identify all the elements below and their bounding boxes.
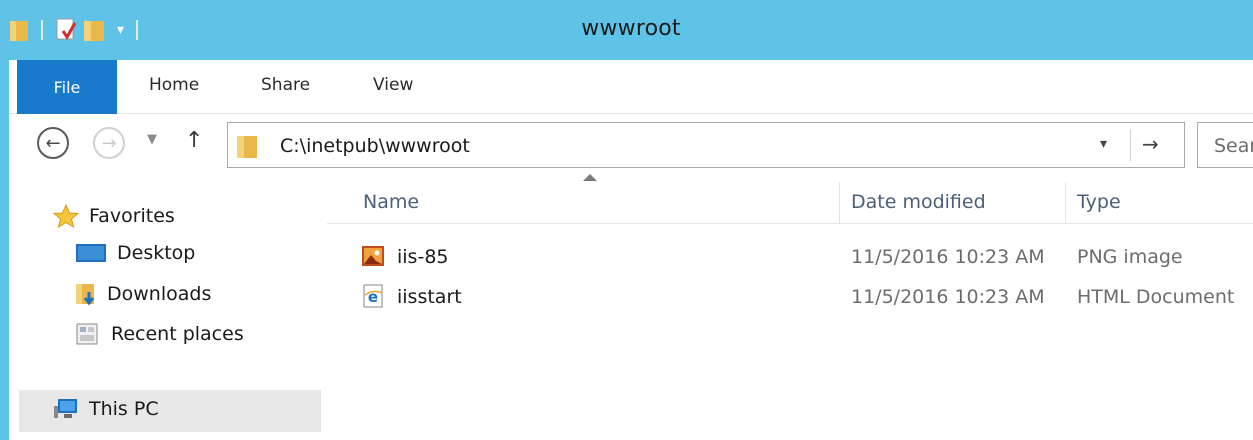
address-bar[interactable]: C:\inetpub\wwwroot ▾ → bbox=[227, 122, 1185, 168]
address-dropdown-icon[interactable]: ▾ bbox=[1100, 136, 1107, 152]
star-icon bbox=[53, 204, 79, 228]
column-header-name[interactable]: Name bbox=[363, 191, 419, 213]
nav-item-label: This PC bbox=[89, 398, 159, 420]
file-name: iisstart bbox=[397, 286, 462, 308]
file-type: HTML Document bbox=[1077, 286, 1235, 308]
nav-item-this-pc[interactable]: This PC bbox=[53, 398, 159, 420]
search-input[interactable]: Searc bbox=[1197, 122, 1253, 168]
forward-arrow-icon[interactable]: → bbox=[93, 127, 125, 159]
navigation-bar: ← → ▼ ↑ C:\inetpub\wwwroot ▾ → Searc bbox=[9, 114, 1253, 176]
svg-text:e: e bbox=[368, 288, 378, 306]
back-arrow-icon[interactable]: ← bbox=[37, 127, 69, 159]
address-path[interactable]: C:\inetpub\wwwroot bbox=[280, 135, 470, 157]
up-arrow-icon[interactable]: ↑ bbox=[185, 128, 203, 153]
nav-item-label: Downloads bbox=[107, 283, 212, 305]
window-title: wwwroot bbox=[581, 16, 681, 41]
column-divider[interactable] bbox=[839, 182, 840, 224]
search-placeholder: Searc bbox=[1214, 135, 1253, 157]
address-separator bbox=[1130, 129, 1131, 161]
nav-item-label: Favorites bbox=[89, 205, 175, 227]
file-row[interactable]: iis-85 11/5/2016 10:23 AM PNG image bbox=[327, 238, 1253, 276]
file-row[interactable]: e iisstart 11/5/2016 10:23 AM HTML Docum… bbox=[327, 278, 1253, 316]
title-bar: ▾ wwwroot bbox=[9, 0, 1253, 60]
tab-home[interactable]: Home bbox=[149, 75, 199, 95]
nav-item-desktop[interactable]: Desktop bbox=[75, 242, 195, 264]
column-header-date-modified[interactable]: Date modified bbox=[851, 191, 986, 213]
downloads-folder-icon bbox=[76, 284, 95, 306]
png-image-icon bbox=[362, 246, 384, 266]
tab-view[interactable]: View bbox=[373, 75, 413, 95]
nav-item-recent-places[interactable]: Recent places bbox=[75, 322, 244, 346]
column-divider[interactable] bbox=[1065, 182, 1066, 224]
navigation-pane: Favorites Desktop Downloads Recent place… bbox=[9, 176, 327, 440]
file-date-modified: 11/5/2016 10:23 AM bbox=[851, 246, 1045, 268]
computer-icon bbox=[54, 399, 77, 418]
sort-ascending-icon bbox=[583, 174, 597, 181]
tab-share[interactable]: Share bbox=[261, 75, 310, 95]
ribbon-tabs: File Home Share View bbox=[9, 60, 1253, 114]
desktop-icon bbox=[76, 244, 106, 262]
explorer-window: ▾ wwwroot File Home Share View ← → ▼ ↑ C… bbox=[0, 0, 1253, 440]
nav-item-label: Recent places bbox=[111, 323, 244, 345]
html-document-icon: e bbox=[363, 284, 383, 308]
folder-icon bbox=[237, 136, 257, 158]
column-header-row: Name Date modified Type bbox=[327, 174, 1253, 224]
recent-places-icon bbox=[76, 323, 98, 345]
go-arrow-icon[interactable]: → bbox=[1142, 132, 1159, 156]
file-type: PNG image bbox=[1077, 246, 1183, 268]
file-list: Name Date modified Type iis-85 11/5/2016… bbox=[327, 174, 1253, 440]
recent-locations-dropdown-icon[interactable]: ▼ bbox=[147, 132, 157, 147]
file-date-modified: 11/5/2016 10:23 AM bbox=[851, 286, 1045, 308]
file-name: iis-85 bbox=[397, 246, 449, 268]
column-header-type[interactable]: Type bbox=[1077, 191, 1121, 213]
nav-item-label: Desktop bbox=[117, 242, 196, 264]
tab-file[interactable]: File bbox=[17, 60, 117, 114]
nav-item-downloads[interactable]: Downloads bbox=[75, 282, 211, 306]
nav-item-favorites[interactable]: Favorites bbox=[53, 204, 175, 228]
